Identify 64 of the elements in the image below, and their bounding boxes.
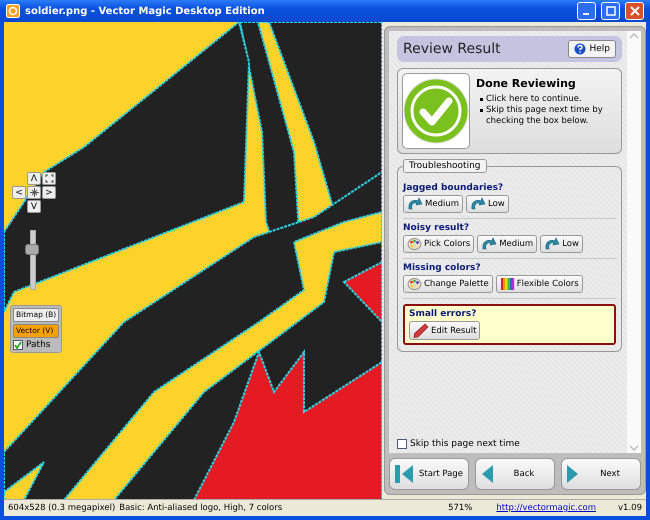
checkbox-label: Paths: [26, 340, 50, 350]
option-button[interactable]: Flexible Colors: [496, 275, 583, 293]
help-button[interactable]: Help: [568, 40, 616, 58]
image-info: 604x528 (0.3 megapixel): [8, 503, 116, 513]
question-text: Jagged boundaries?: [403, 183, 504, 193]
left-triangle-icon: [480, 463, 494, 485]
palette-icon: [407, 237, 422, 251]
question-icon: [574, 43, 586, 55]
minimize-button[interactable]: [577, 2, 596, 20]
pan-down-button[interactable]: V: [27, 200, 41, 213]
pan-up-button[interactable]: Λ: [27, 172, 41, 185]
panel-title: Review Result: [403, 41, 501, 57]
option-button[interactable]: Edit Result: [409, 321, 480, 340]
curved-arrow-icon: [481, 237, 498, 251]
option-button[interactable]: Pick Colors: [403, 235, 474, 253]
bullet-icon: [480, 98, 483, 101]
option-button[interactable]: Medium: [477, 235, 538, 253]
asterisk-icon: [30, 188, 38, 197]
zoom-level: 571%: [448, 503, 472, 513]
option-button[interactable]: Low: [540, 235, 583, 253]
first-page-icon: [394, 463, 414, 485]
nav-button[interactable]: Back: [475, 458, 555, 490]
done-heading: Done Reviewing: [476, 77, 577, 90]
slider-thumb[interactable]: [25, 244, 39, 256]
option-button[interactable]: Medium: [403, 195, 463, 213]
pan-left-button[interactable]: <: [12, 186, 26, 199]
question-text: Noisy result?: [403, 223, 470, 233]
instruction-text: Skip this page next time by checking the box below.: [486, 105, 604, 127]
option-button[interactable]: Change Palette: [403, 275, 493, 293]
version-text: v1.09: [618, 503, 642, 513]
center-view-button[interactable]: [27, 186, 41, 199]
window-title: soldier.png - Vector Magic Desktop Edition: [25, 6, 266, 16]
maximize-button[interactable]: [601, 2, 620, 20]
paths-checkbox[interactable]: [13, 340, 23, 350]
curved-arrow-icon: [544, 237, 560, 251]
palette-icon: [407, 277, 422, 291]
question-text: Missing colors?: [403, 263, 482, 273]
curved-arrow-icon: [407, 197, 423, 211]
settings-info: Basic: Anti-aliased logo, High, 7 colors: [119, 503, 282, 513]
bullet-icon: [480, 109, 483, 112]
app-icon: [6, 4, 20, 18]
done-card[interactable]: Done Reviewing Click here to continue. Skip this page next time by checking the box below.: [397, 68, 622, 154]
pan-right-button[interactable]: >: [42, 186, 56, 199]
checkmark-icon: [403, 78, 469, 144]
nav-button[interactable]: Start Page: [389, 458, 469, 490]
zoom-slider[interactable]: [25, 230, 39, 290]
close-button[interactable]: [625, 2, 644, 20]
website-link[interactable]: http://vectormagic.com: [496, 503, 596, 513]
close-icon: [630, 6, 640, 16]
curved-arrow-icon: [470, 197, 486, 211]
fit-view-button[interactable]: [42, 172, 56, 185]
question-text: Small errors?: [409, 309, 478, 319]
spectrum-icon: [500, 277, 515, 291]
instruction-text: Click here to continue.: [486, 94, 582, 105]
group-legend: Troubleshooting: [403, 159, 486, 173]
check-icon: [14, 341, 22, 349]
nav-button[interactable]: Next: [561, 458, 641, 490]
skip-checkbox[interactable]: [397, 439, 407, 449]
right-triangle-icon: [566, 463, 580, 485]
corners-icon: [44, 174, 54, 183]
checkbox-label: Skip this page next time: [410, 439, 520, 449]
pencil-icon: [413, 323, 429, 338]
maximize-icon: [606, 6, 616, 16]
option-button[interactable]: Low: [466, 195, 509, 213]
